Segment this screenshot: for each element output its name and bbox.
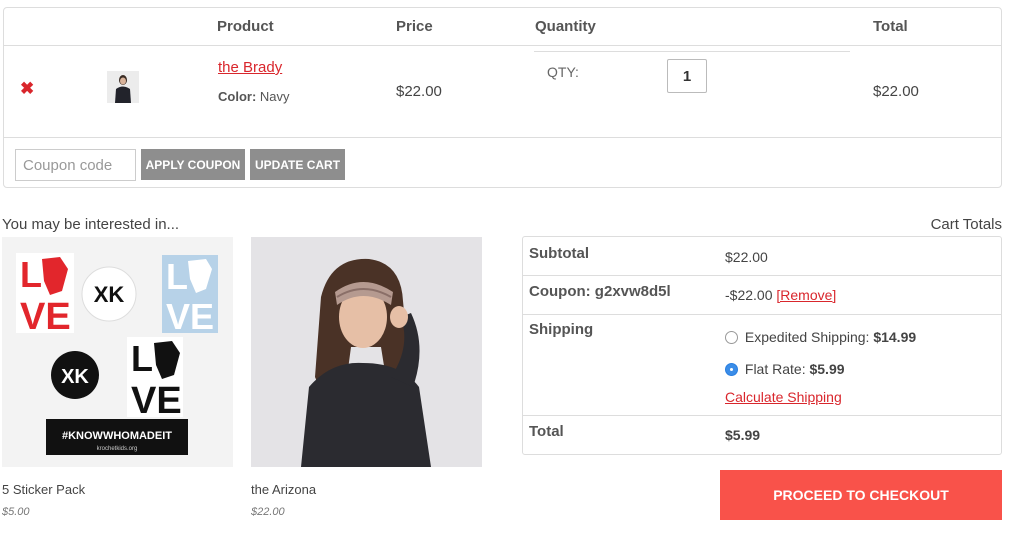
total-label: Total — [529, 423, 564, 440]
product-name[interactable]: the Arizona — [251, 482, 316, 497]
cart-totals-title: Cart Totals — [930, 216, 1002, 233]
radio-button-selected[interactable] — [725, 363, 738, 376]
divider — [523, 275, 1001, 276]
sticker-text: XK — [94, 282, 125, 307]
proceed-to-checkout-button[interactable]: PROCEED TO CHECKOUT — [720, 470, 1002, 520]
header-product: Product — [217, 18, 274, 35]
shipping-option-label: Expedited Shipping: — [744, 329, 870, 345]
sticker-text: VE — [166, 296, 214, 337]
product-image-arizona[interactable] — [251, 237, 482, 467]
product-link[interactable]: the Brady — [218, 59, 282, 76]
header-price: Price — [396, 18, 433, 35]
cart-table: Product Price Quantity Total ✖ the Brady… — [3, 7, 1002, 188]
shipping-option-label: Flat Rate: — [744, 361, 806, 377]
shipping-option-price: $5.99 — [809, 361, 845, 377]
item-price: $22.00 — [396, 83, 442, 100]
header-total: Total — [873, 18, 908, 35]
sticker-text: krochetkids.org — [97, 446, 138, 452]
cart-totals-table: Subtotal $22.00 Coupon: g2xvw8d5l -$22.0… — [522, 236, 1002, 455]
shipping-option-expedited[interactable]: Expedited Shipping: $14.99 — [725, 329, 916, 345]
divider — [534, 51, 850, 52]
shipping-label: Shipping — [529, 321, 594, 338]
product-variant: Color: Navy — [218, 89, 290, 104]
product-price: $22.00 — [251, 506, 285, 518]
calculate-shipping-link[interactable]: Calculate Shipping — [725, 389, 842, 405]
divider — [4, 137, 1001, 138]
total-value: $5.99 — [725, 427, 761, 443]
variant-value: Navy — [259, 89, 290, 104]
item-total: $22.00 — [873, 83, 919, 100]
sticker-text: VE — [131, 380, 182, 422]
sticker-text: L — [166, 256, 188, 297]
apply-coupon-button[interactable]: APPLY COUPON — [141, 149, 245, 180]
coupon-discount: -$22.00 [Remove] — [725, 287, 836, 303]
coupon-input[interactable] — [15, 149, 136, 181]
sticker-text: L — [20, 254, 42, 295]
sticker-text: XK — [61, 366, 89, 388]
qty-label: QTY: — [547, 64, 579, 80]
update-cart-button[interactable]: UPDATE CART — [250, 149, 345, 180]
radio-button[interactable] — [725, 331, 738, 344]
subtotal-value: $22.00 — [725, 249, 768, 265]
quantity-input[interactable] — [667, 59, 707, 93]
coupon-label: Coupon: g2xvw8d5l — [529, 283, 671, 300]
product-thumbnail[interactable] — [107, 71, 139, 103]
product-name[interactable]: 5 Sticker Pack — [2, 482, 85, 497]
divider — [523, 314, 1001, 315]
shipping-option-flat-rate[interactable]: Flat Rate: $5.99 — [725, 361, 845, 377]
sticker-text: VE — [20, 296, 71, 338]
subtotal-label: Subtotal — [529, 245, 589, 262]
header-quantity: Quantity — [535, 18, 596, 35]
variant-label: Color: — [218, 89, 257, 104]
coupon-value: -$22.00 — [725, 287, 773, 303]
sticker-text: L — [131, 338, 153, 379]
product-image-sticker-pack[interactable]: L VE XK L VE XK L VE #KNOWWHOMADEIT kroc… — [2, 237, 233, 467]
remove-coupon-link[interactable]: [Remove] — [776, 287, 836, 303]
product-price: $5.00 — [2, 506, 30, 518]
sticker-text: #KNOWWHOMADEIT — [62, 430, 172, 442]
divider — [4, 45, 1001, 46]
related-title: You may be interested in... — [2, 216, 180, 233]
divider — [523, 415, 1001, 416]
remove-item-icon[interactable]: ✖ — [20, 80, 34, 97]
shipping-option-price: $14.99 — [873, 329, 917, 345]
